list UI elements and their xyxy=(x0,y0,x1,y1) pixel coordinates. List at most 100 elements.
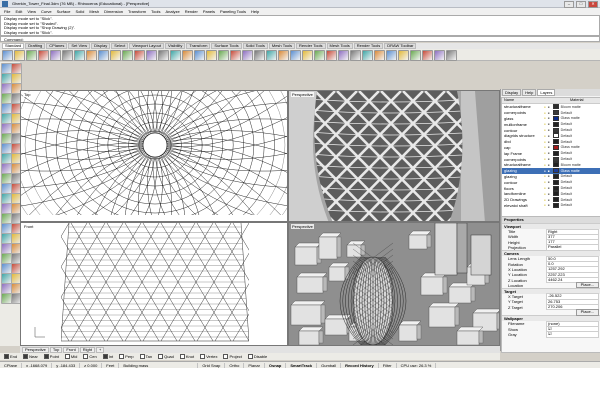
panel-tab-display[interactable]: Display xyxy=(502,89,522,96)
menu-item-help[interactable]: Help xyxy=(251,9,259,14)
layer-color-swatch[interactable] xyxy=(552,133,559,139)
osnap-point[interactable]: Point xyxy=(43,354,59,359)
zoom-icon[interactable] xyxy=(146,50,157,61)
layer-lock-icon[interactable]: ■ xyxy=(548,111,550,115)
viewport-tab[interactable]: Right xyxy=(79,346,96,353)
osnap-checkbox[interactable] xyxy=(119,354,125,359)
layer-lock-icon[interactable]: ■ xyxy=(548,151,550,155)
osnap-checkbox[interactable] xyxy=(43,354,49,359)
osnap-vertex[interactable]: Vertex xyxy=(200,354,217,359)
menu-item-file[interactable]: File xyxy=(4,9,10,14)
layer-visibility-icon[interactable]: ● xyxy=(544,151,546,155)
osnap-checkbox[interactable] xyxy=(247,354,253,359)
rendered-icon[interactable] xyxy=(230,50,241,61)
new-icon[interactable] xyxy=(2,50,13,61)
analyze-icon[interactable] xyxy=(386,50,397,61)
menu-item-render[interactable]: Render xyxy=(185,9,198,14)
area-icon[interactable] xyxy=(410,50,421,61)
menu-item-view[interactable]: View xyxy=(27,9,36,14)
layer-visibility-icon[interactable]: ● xyxy=(544,192,546,196)
layer-visibility-icon[interactable]: ● xyxy=(544,174,546,178)
viewport-tab[interactable]: Perspective xyxy=(22,346,49,353)
viewport-title[interactable]: Perspective xyxy=(291,224,314,229)
maximize-button[interactable]: □ xyxy=(576,1,586,8)
layer-lock-icon[interactable]: ■ xyxy=(548,174,550,178)
viewport-perspective-top[interactable]: Perspective xyxy=(288,90,500,222)
menu-item-mesh[interactable]: Mesh xyxy=(89,9,99,14)
zoom-selected-icon[interactable] xyxy=(182,50,193,61)
planar-toggle[interactable]: Planar xyxy=(244,362,265,368)
menu-item-transform[interactable]: Transform xyxy=(128,9,146,14)
place-target-button[interactable]: Place... xyxy=(575,309,599,316)
undo-icon[interactable] xyxy=(98,50,109,61)
render-icon[interactable] xyxy=(338,50,349,61)
layer-color-swatch[interactable] xyxy=(552,185,559,191)
menu-item-surface[interactable]: Surface xyxy=(57,9,71,14)
property-value[interactable]: ☑ xyxy=(546,331,599,338)
layer-visibility-icon[interactable]: ● xyxy=(544,157,546,161)
osnap-int[interactable]: Int xyxy=(102,354,113,359)
osnap-checkbox[interactable] xyxy=(200,354,206,359)
print-icon[interactable] xyxy=(38,50,49,61)
material-icon[interactable] xyxy=(350,50,361,61)
layer-lock-icon[interactable]: ■ xyxy=(548,203,550,207)
osnap-knot[interactable]: Knot xyxy=(179,354,194,359)
layer-visibility-icon[interactable]: ● xyxy=(544,163,546,167)
cplane-label[interactable]: CPlane xyxy=(0,362,23,368)
viewport-perspective-bottom[interactable]: Perspective xyxy=(288,222,500,346)
options-icon[interactable] xyxy=(434,50,445,61)
layer-lock-icon[interactable]: ■ xyxy=(548,186,550,190)
object-properties-icon[interactable] xyxy=(326,50,337,61)
menu-item-panels[interactable]: Panels xyxy=(203,9,215,14)
menu-item-curve[interactable]: Curve xyxy=(41,9,52,14)
shaded-icon[interactable] xyxy=(218,50,229,61)
viewport-title[interactable]: Perspective xyxy=(291,92,314,97)
layer-visibility-icon[interactable]: ● xyxy=(544,134,546,138)
layer-color-swatch[interactable] xyxy=(552,139,559,145)
xray-icon[interactable] xyxy=(242,50,253,61)
layer-row[interactable]: elevatoi shaft ● ■ Default xyxy=(502,202,600,209)
menu-item-edit[interactable]: Edit xyxy=(15,9,22,14)
property-value[interactable]: Parallel xyxy=(546,244,599,251)
osnap-cen[interactable]: Cen xyxy=(83,354,97,359)
layer-visibility-icon[interactable]: ● xyxy=(544,169,546,173)
layer-icon[interactable] xyxy=(314,50,325,61)
osnap-disable[interactable]: Disable xyxy=(247,354,267,359)
layer-visibility-icon[interactable]: ● xyxy=(544,128,546,132)
layer-color-swatch[interactable] xyxy=(552,121,559,127)
layer-color-swatch[interactable] xyxy=(552,104,559,110)
ghosted-icon[interactable] xyxy=(254,50,265,61)
osnap-toggle[interactable]: Osnap xyxy=(265,362,287,368)
paste-icon[interactable] xyxy=(86,50,97,61)
copy-icon[interactable] xyxy=(74,50,85,61)
layer-lock-icon[interactable]: ■ xyxy=(548,169,550,173)
zoom-extents-icon[interactable] xyxy=(158,50,169,61)
layer-visibility-icon[interactable]: ● xyxy=(544,105,546,109)
osnap-icon[interactable] xyxy=(374,50,385,61)
osnap-checkbox[interactable] xyxy=(223,354,229,359)
redo-icon[interactable] xyxy=(110,50,121,61)
layer-lock-icon[interactable]: ■ xyxy=(548,128,550,132)
viewport-tab[interactable]: Front xyxy=(63,346,79,353)
volume-icon[interactable] xyxy=(422,50,433,61)
gumball-toggle[interactable]: Gumball xyxy=(317,362,342,368)
open-icon[interactable] xyxy=(14,50,25,61)
osnap-checkbox[interactable] xyxy=(83,354,89,359)
layer-visibility-icon[interactable]: ● xyxy=(544,198,546,202)
menu-item-paneling-tools[interactable]: Paneling Tools xyxy=(220,9,246,14)
layer-lock-icon[interactable]: ■ xyxy=(548,180,550,184)
layer-lock-icon[interactable]: ■ xyxy=(548,105,550,109)
osnap-checkbox[interactable] xyxy=(64,354,70,359)
layer-lock-icon[interactable]: ■ xyxy=(548,122,550,126)
osnap-checkbox[interactable] xyxy=(4,354,9,359)
show-icon[interactable] xyxy=(278,50,289,61)
layer-color-swatch[interactable] xyxy=(552,110,559,116)
layer-color-swatch[interactable] xyxy=(552,162,559,168)
layer-visibility-icon[interactable]: ● xyxy=(544,111,546,115)
osnap-checkbox[interactable] xyxy=(102,354,108,359)
layer-visibility-icon[interactable]: ● xyxy=(544,116,546,120)
menu-item-analyze[interactable]: Analyze xyxy=(165,9,179,14)
viewport-top[interactable]: Top xyxy=(20,90,288,222)
viewport-tab[interactable]: Top xyxy=(49,346,63,353)
layer-color-swatch[interactable] xyxy=(552,202,559,208)
